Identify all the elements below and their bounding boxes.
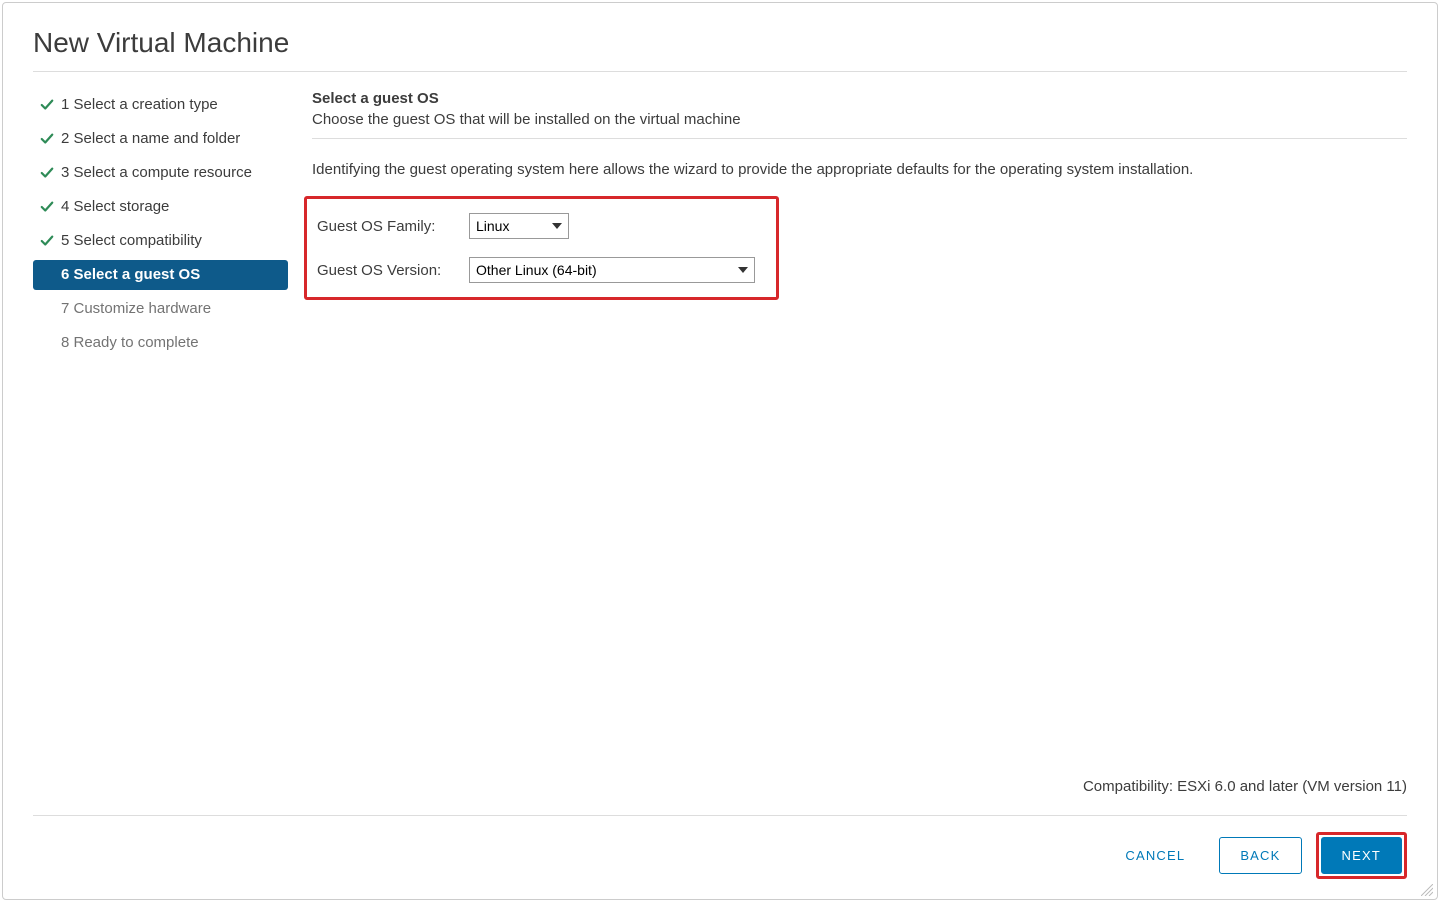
wizard-step-label: 8 Ready to complete <box>61 332 199 354</box>
wizard-step-label: 5 Select compatibility <box>61 230 202 252</box>
dialog-title: New Virtual Machine <box>33 27 1407 59</box>
guest-os-family-select[interactable]: Linux <box>469 213 569 239</box>
section-heading: Select a guest OS <box>312 90 1407 107</box>
guest-os-version-row: Guest OS Version: Other Linux (64-bit) <box>317 257 758 283</box>
os-selection-highlight: Guest OS Family: Linux Guest OS Version:… <box>304 196 779 300</box>
wizard-step-label: 4 Select storage <box>61 196 169 218</box>
step-spacer <box>39 267 55 283</box>
wizard-step-7: 7 Customize hardware <box>33 294 288 324</box>
step-spacer <box>39 301 55 317</box>
check-icon <box>39 165 55 181</box>
wizard-step-1[interactable]: 1 Select a creation type <box>33 90 288 120</box>
dialog-footer: CANCEL BACK NEXT <box>33 815 1407 899</box>
section-subheading: Choose the guest OS that will be install… <box>312 111 1407 139</box>
wizard-step-label: 6 Select a guest OS <box>61 264 200 286</box>
compatibility-info: Compatibility: ESXi 6.0 and later (VM ve… <box>3 778 1437 815</box>
main-panel: Select a guest OS Choose the guest OS th… <box>312 90 1407 778</box>
wizard-step-2[interactable]: 2 Select a name and folder <box>33 124 288 154</box>
guest-os-version-select[interactable]: Other Linux (64-bit) <box>469 257 755 283</box>
step-spacer <box>39 335 55 351</box>
guest-os-family-row: Guest OS Family: Linux <box>317 213 758 239</box>
wizard-step-6[interactable]: 6 Select a guest OS <box>33 260 288 290</box>
dialog-header: New Virtual Machine <box>33 3 1407 72</box>
new-vm-dialog: New Virtual Machine 1 Select a creation … <box>2 2 1438 900</box>
wizard-step-3[interactable]: 3 Select a compute resource <box>33 158 288 188</box>
wizard-step-label: 3 Select a compute resource <box>61 162 252 184</box>
back-button[interactable]: BACK <box>1219 837 1301 874</box>
wizard-step-5[interactable]: 5 Select compatibility <box>33 226 288 256</box>
wizard-sidebar: 1 Select a creation type 2 Select a name… <box>33 90 288 778</box>
wizard-step-8: 8 Ready to complete <box>33 328 288 358</box>
dialog-body: 1 Select a creation type 2 Select a name… <box>3 72 1437 778</box>
guest-os-version-label: Guest OS Version: <box>317 262 457 279</box>
next-button[interactable]: NEXT <box>1321 837 1402 874</box>
wizard-step-label: 2 Select a name and folder <box>61 128 240 150</box>
resize-handle-icon[interactable] <box>1421 883 1433 895</box>
wizard-step-label: 7 Customize hardware <box>61 298 211 320</box>
check-icon <box>39 233 55 249</box>
guest-os-family-label: Guest OS Family: <box>317 218 457 235</box>
check-icon <box>39 131 55 147</box>
next-button-highlight: NEXT <box>1316 832 1407 879</box>
check-icon <box>39 199 55 215</box>
cancel-button[interactable]: CANCEL <box>1105 838 1205 873</box>
check-icon <box>39 97 55 113</box>
wizard-step-label: 1 Select a creation type <box>61 94 218 116</box>
section-description: Identifying the guest operating system h… <box>312 161 1407 178</box>
wizard-step-4[interactable]: 4 Select storage <box>33 192 288 222</box>
